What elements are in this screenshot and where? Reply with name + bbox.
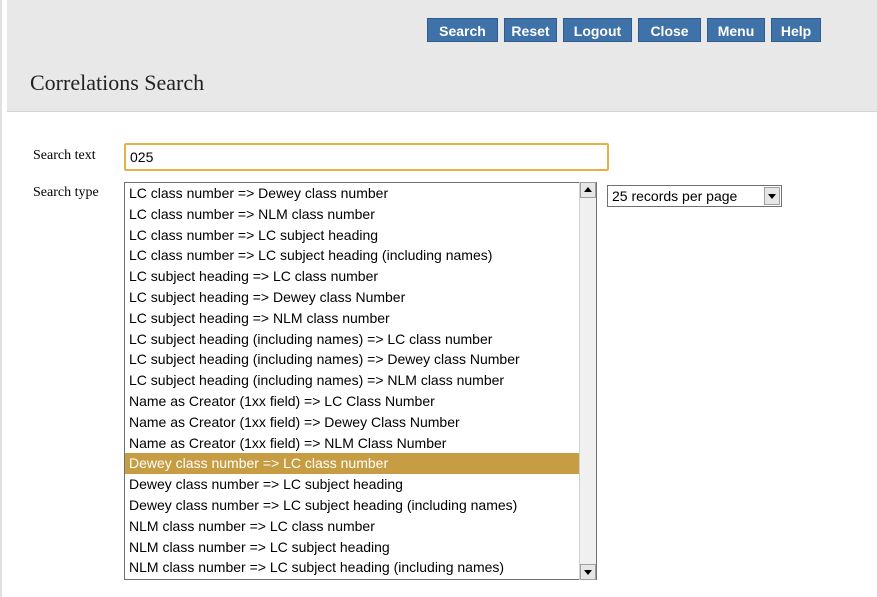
scroll-down-button[interactable] xyxy=(580,564,596,580)
search-type-listbox[interactable]: LC class number => Dewey class number LC … xyxy=(124,182,597,580)
search-type-option[interactable]: Dewey class number => LC class number xyxy=(125,453,596,475)
search-type-option[interactable]: Name as Creator (1xx field) => NLM Class… xyxy=(125,433,596,454)
search-type-option[interactable]: NLM class number => LC subject heading (… xyxy=(125,557,596,578)
triangle-down-icon xyxy=(584,570,592,575)
records-per-page-select[interactable]: 25 records per page xyxy=(607,185,782,207)
search-type-option[interactable]: LC class number => LC subject heading (i… xyxy=(125,245,596,266)
search-type-label: Search type xyxy=(33,185,99,200)
help-button[interactable]: Help xyxy=(771,18,821,42)
toolbar: Search Reset Logout Close Menu Help xyxy=(427,18,827,42)
search-type-option[interactable]: LC subject heading (including names) => … xyxy=(125,370,596,391)
records-per-page-value: 25 records per page xyxy=(612,188,738,204)
search-type-option[interactable]: Dewey class number => LC subject heading… xyxy=(125,495,596,516)
search-type-option[interactable]: LC subject heading => Dewey class Number xyxy=(125,287,596,308)
search-button[interactable]: Search xyxy=(427,18,498,42)
triangle-up-icon xyxy=(584,187,592,192)
logout-button[interactable]: Logout xyxy=(563,18,632,42)
listbox-scrollbar[interactable] xyxy=(579,182,596,580)
search-type-option[interactable]: NLM class number => LC subject heading xyxy=(125,537,596,558)
scroll-up-button[interactable] xyxy=(580,182,596,198)
left-border xyxy=(0,0,2,597)
search-type-option[interactable]: NLM class number => LC class number xyxy=(125,516,596,537)
search-type-option[interactable]: LC subject heading (including names) => … xyxy=(125,349,596,370)
search-type-option[interactable]: LC subject heading (including names) => … xyxy=(125,329,596,350)
search-type-option[interactable]: LC class number => Dewey class number xyxy=(125,183,596,204)
search-type-option[interactable]: Name as Creator (1xx field) => Dewey Cla… xyxy=(125,412,596,433)
search-type-option[interactable]: LC class number => NLM class number xyxy=(125,204,596,225)
menu-button[interactable]: Menu xyxy=(707,18,765,42)
records-dropdown-button[interactable] xyxy=(764,187,780,205)
search-type-option[interactable]: LC subject heading => LC class number xyxy=(125,266,596,287)
page-title: Correlations Search xyxy=(30,70,205,95)
search-type-option[interactable]: Name as Creator (1xx field) => LC Class … xyxy=(125,391,596,412)
chevron-down-icon xyxy=(768,194,776,199)
reset-button[interactable]: Reset xyxy=(504,18,557,42)
search-type-option[interactable]: LC subject heading => NLM class number xyxy=(125,308,596,329)
search-type-option[interactable]: LC class number => LC subject heading xyxy=(125,225,596,246)
search-text-input[interactable] xyxy=(124,143,609,171)
search-text-label: Search text xyxy=(33,148,96,163)
page-header: Search Reset Logout Close Menu Help Corr… xyxy=(7,0,877,112)
search-type-option[interactable]: Dewey class number => LC subject heading xyxy=(125,474,596,495)
close-button[interactable]: Close xyxy=(638,18,701,42)
